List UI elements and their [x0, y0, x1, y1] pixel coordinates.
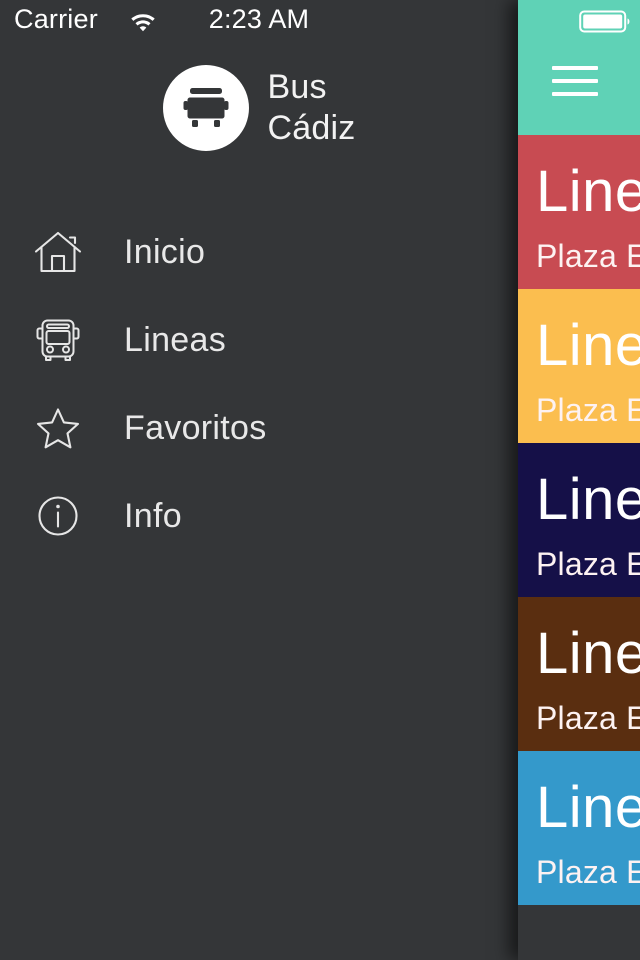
- line-subtitle: Plaza E: [536, 700, 640, 736]
- bus-logo-icon: [162, 65, 249, 151]
- home-icon: [30, 224, 86, 280]
- info-icon: [30, 488, 86, 544]
- line-title: Linea: [536, 313, 640, 378]
- sidebar-item-inicio[interactable]: Inicio: [0, 208, 518, 296]
- line-title: Linea: [536, 467, 640, 532]
- sidebar-item-label: Inicio: [124, 233, 206, 271]
- content-header: [518, 0, 640, 135]
- line-subtitle: Plaza E: [536, 854, 640, 890]
- sidebar-item-label: Info: [124, 497, 182, 535]
- line-card[interactable]: Linea Plaza E: [518, 751, 640, 905]
- navigation-drawer: Carrier 2:23 AM Bus Cádiz Inicio Lineas …: [0, 0, 518, 960]
- brand-header: Bus Cádiz: [0, 63, 518, 153]
- hamburger-bar: [552, 92, 598, 96]
- hamburger-bar: [552, 79, 598, 83]
- line-card[interactable]: Linea Plaza E: [518, 289, 640, 443]
- line-title: Linea: [536, 775, 640, 840]
- line-subtitle: Plaza E: [536, 238, 640, 274]
- line-list: Linea Plaza E Linea Plaza E Linea Plaza …: [518, 135, 640, 905]
- drawer-menu: Inicio Lineas Favoritos Info: [0, 208, 518, 560]
- line-subtitle: Plaza E: [536, 392, 640, 428]
- line-subtitle: Plaza E: [536, 546, 640, 582]
- sidebar-item-label: Favoritos: [124, 409, 267, 447]
- line-title: Linea: [536, 159, 640, 224]
- hamburger-bar: [552, 66, 598, 70]
- status-bar: Carrier 2:23 AM: [0, 0, 518, 40]
- hamburger-menu-icon[interactable]: [552, 63, 598, 99]
- app-title: Bus Cádiz: [267, 68, 356, 147]
- app-root: Carrier 2:23 AM Bus Cádiz Inicio Lineas …: [0, 0, 640, 960]
- sidebar-item-lineas[interactable]: Lineas: [0, 296, 518, 384]
- line-title: Linea: [536, 621, 640, 686]
- clock-label: 2:23 AM: [208, 4, 310, 34]
- star-icon: [30, 400, 86, 456]
- sidebar-item-info[interactable]: Info: [0, 472, 518, 560]
- line-card[interactable]: Linea Plaza E: [518, 597, 640, 751]
- line-card[interactable]: Linea Plaza E: [518, 135, 640, 289]
- line-card[interactable]: Linea Plaza E: [518, 443, 640, 597]
- sidebar-item-favoritos[interactable]: Favoritos: [0, 384, 518, 472]
- battery-full-icon: [579, 9, 632, 34]
- content-panel: Linea Plaza E Linea Plaza E Linea Plaza …: [518, 0, 640, 960]
- sidebar-item-label: Lineas: [124, 321, 226, 359]
- bus-icon: [30, 312, 86, 368]
